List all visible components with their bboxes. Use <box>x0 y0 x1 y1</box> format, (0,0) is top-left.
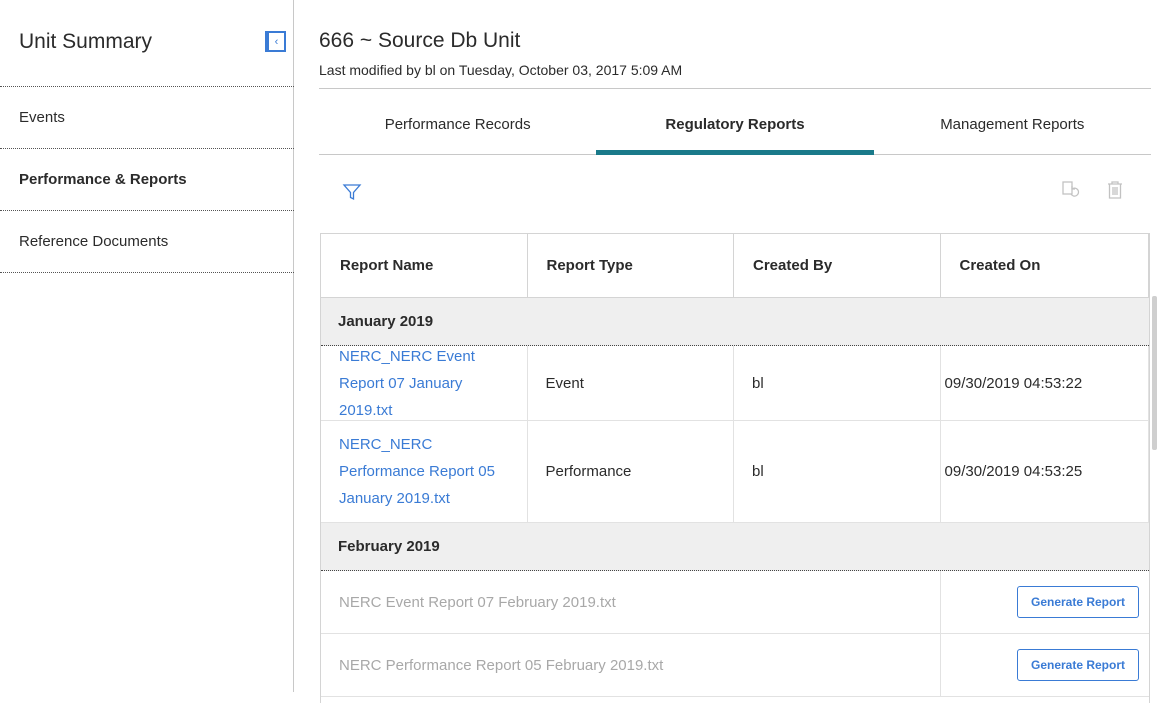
table-header: Report Name Report Type Created By Creat… <box>321 234 1149 298</box>
tab-management-reports[interactable]: Management Reports <box>874 95 1151 154</box>
pending-report-name: NERC Event Report 07 February 2019.txt <box>321 571 941 633</box>
column-header-report-name[interactable]: Report Name <box>321 234 528 297</box>
trash-icon[interactable] <box>1106 180 1124 200</box>
report-name-link[interactable]: NERC_NERC Performance Report 05 January … <box>321 421 528 522</box>
created-by: bl <box>734 346 941 420</box>
collapse-sidebar-icon[interactable]: ‹ <box>265 31 286 52</box>
column-header-report-type[interactable]: Report Type <box>528 234 734 297</box>
tab-performance-records[interactable]: Performance Records <box>319 95 596 154</box>
pending-report-action: Generate Report <box>941 571 1150 633</box>
last-modified-text: Last modified by bl on Tuesday, October … <box>319 62 683 78</box>
pending-report-name: NERC Performance Report 05 February 2019… <box>321 634 941 696</box>
report-name-link[interactable]: NERC_NERC Event Report 07 January 2019.t… <box>321 346 528 420</box>
table-row: NERC_NERC Performance Report 05 January … <box>321 421 1149 523</box>
report-type: Performance <box>528 421 735 522</box>
sidebar: Unit Summary ‹ Events Performance & Repo… <box>0 0 294 692</box>
reports-table: Report Name Report Type Created By Creat… <box>320 233 1150 703</box>
filter-icon[interactable] <box>342 182 362 202</box>
report-type: Event <box>528 346 735 420</box>
sidebar-item-events[interactable]: Events <box>0 86 294 148</box>
tab-regulatory-reports[interactable]: Regulatory Reports <box>596 95 874 155</box>
sidebar-title: Unit Summary <box>19 30 153 53</box>
generate-report-button[interactable]: Generate Report <box>1017 586 1139 618</box>
sidebar-item-performance-reports[interactable]: Performance & Reports <box>0 148 294 210</box>
table-row: NERC_NERC Event Report 07 January 2019.t… <box>321 346 1149 421</box>
divider <box>319 88 1151 89</box>
column-header-created-by[interactable]: Created By <box>734 234 941 297</box>
copy-refresh-icon[interactable] <box>1061 180 1081 200</box>
page-title: 666 ~ Source Db Unit <box>319 29 521 52</box>
pending-report-row: NERC Event Report 07 February 2019.txt G… <box>321 571 1149 634</box>
group-header: January 2019 <box>321 298 1149 346</box>
scrollbar[interactable] <box>1152 296 1157 450</box>
created-on: 09/30/2019 04:53:25 <box>941 421 1149 522</box>
tab-bar: Performance Records Regulatory Reports M… <box>319 95 1151 155</box>
pending-report-row: NERC Performance Report 05 February 2019… <box>321 634 1149 697</box>
group-header: February 2019 <box>321 523 1149 571</box>
main-content: 666 ~ Source Db Unit Last modified by bl… <box>319 0 1151 703</box>
column-header-created-on[interactable]: Created On <box>941 234 1149 297</box>
created-by: bl <box>734 421 941 522</box>
sidebar-item-reference-documents[interactable]: Reference Documents <box>0 210 294 273</box>
created-on: 09/30/2019 04:53:22 <box>941 346 1149 420</box>
generate-report-button[interactable]: Generate Report <box>1017 649 1139 681</box>
pending-report-action: Generate Report <box>941 634 1150 696</box>
